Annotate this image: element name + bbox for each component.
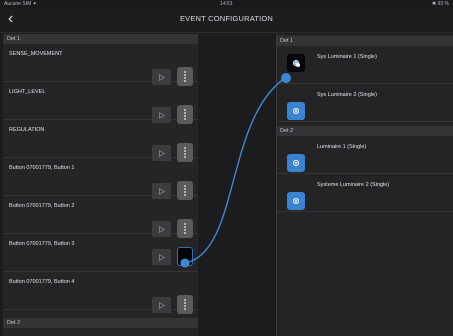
luminaire-icon[interactable] <box>287 102 305 120</box>
play-icon <box>159 187 165 195</box>
luminaire-icon[interactable] <box>287 192 305 210</box>
target-label: Sys Luminaire 2 (Single) <box>317 92 377 98</box>
connector-handle-icon <box>184 108 187 121</box>
target-label: Luminaire 1 (Single) <box>317 144 367 150</box>
luminaire-icon[interactable] <box>287 154 305 172</box>
target-row-systeme-luminaire-2[interactable]: Systeme Luminaire 2 (Single) <box>276 174 453 212</box>
connector-handle-icon <box>184 298 187 311</box>
column-divider <box>276 34 277 336</box>
play-icon <box>159 225 165 233</box>
right-section-header-det1: Det 1 <box>276 36 453 46</box>
event-label: Button 07001779, Button 1 <box>9 165 75 171</box>
target-label: Sys Luminaire 1 (Single) <box>317 54 377 60</box>
event-row-button-1[interactable]: Button 07001779, Button 1 <box>3 158 198 200</box>
connector-handle-icon <box>184 222 187 235</box>
event-row-light-level[interactable]: LIGHT_LEVEL <box>3 82 198 124</box>
battery-text: ✱ 93 % <box>432 1 449 7</box>
target-row-sys-luminaire-2[interactable]: Sys Luminaire 2 (Single) <box>276 84 453 122</box>
navigation-bar: ‹ EVENT CONFIGURATION <box>0 9 453 33</box>
clock-text: 14:51 <box>220 1 233 7</box>
event-label: Button 07001779, Button 2 <box>9 203 75 209</box>
event-row-regulation[interactable]: REGULATION <box>3 120 198 162</box>
left-section-header-det2: Det 2 <box>3 318 198 328</box>
link-canvas <box>198 34 276 336</box>
event-label: Button 07001779, Button 3 <box>9 241 75 247</box>
event-source-list: Det 1 SENSE_MOVEMENT LIGHT_LEVEL REGULAT… <box>3 34 198 336</box>
event-label: SENSE_MOVEMENT <box>9 51 63 57</box>
event-label: REGULATION <box>9 127 45 133</box>
play-button[interactable] <box>152 249 171 265</box>
play-icon <box>159 253 165 261</box>
play-icon <box>159 111 165 119</box>
event-label: LIGHT_LEVEL <box>9 89 46 95</box>
event-row-sense-movement[interactable]: SENSE_MOVEMENT <box>3 44 198 86</box>
connector-handle-icon <box>184 146 187 159</box>
play-button[interactable] <box>152 297 171 313</box>
luminaire-icon[interactable] <box>287 54 305 72</box>
target-row-sys-luminaire-1[interactable]: Sys Luminaire 1 (Single) <box>276 46 453 84</box>
event-row-button-2[interactable]: Button 07001779, Button 2 <box>3 196 198 238</box>
left-section-header-det1: Det 1 <box>3 34 198 44</box>
play-icon <box>159 73 165 81</box>
status-bar: Aucune SIM ✦ 14:51 ✱ 93 % <box>0 0 453 9</box>
connector-handle[interactable] <box>177 295 193 314</box>
connector-handle-active[interactable] <box>177 247 193 266</box>
connector-handle-icon <box>184 184 187 197</box>
page-title: EVENT CONFIGURATION <box>179 14 274 23</box>
event-row-button-3[interactable]: Button 07001779, Button 3 <box>3 234 198 272</box>
play-icon <box>159 301 165 309</box>
event-row-button-4[interactable]: Button 07001779, Button 4 <box>3 272 198 314</box>
event-target-list: Det 1 Sys Luminaire 1 (Single) Sys Lumin… <box>276 34 453 336</box>
play-icon <box>159 149 165 157</box>
target-label: Systeme Luminaire 2 (Single) <box>317 182 390 188</box>
target-row-luminaire-1[interactable]: Luminaire 1 (Single) <box>276 136 453 174</box>
connector-handle-icon <box>184 70 187 83</box>
event-label: Button 07001779, Button 4 <box>9 279 75 285</box>
right-section-header-det2: Det 2 <box>276 126 453 136</box>
